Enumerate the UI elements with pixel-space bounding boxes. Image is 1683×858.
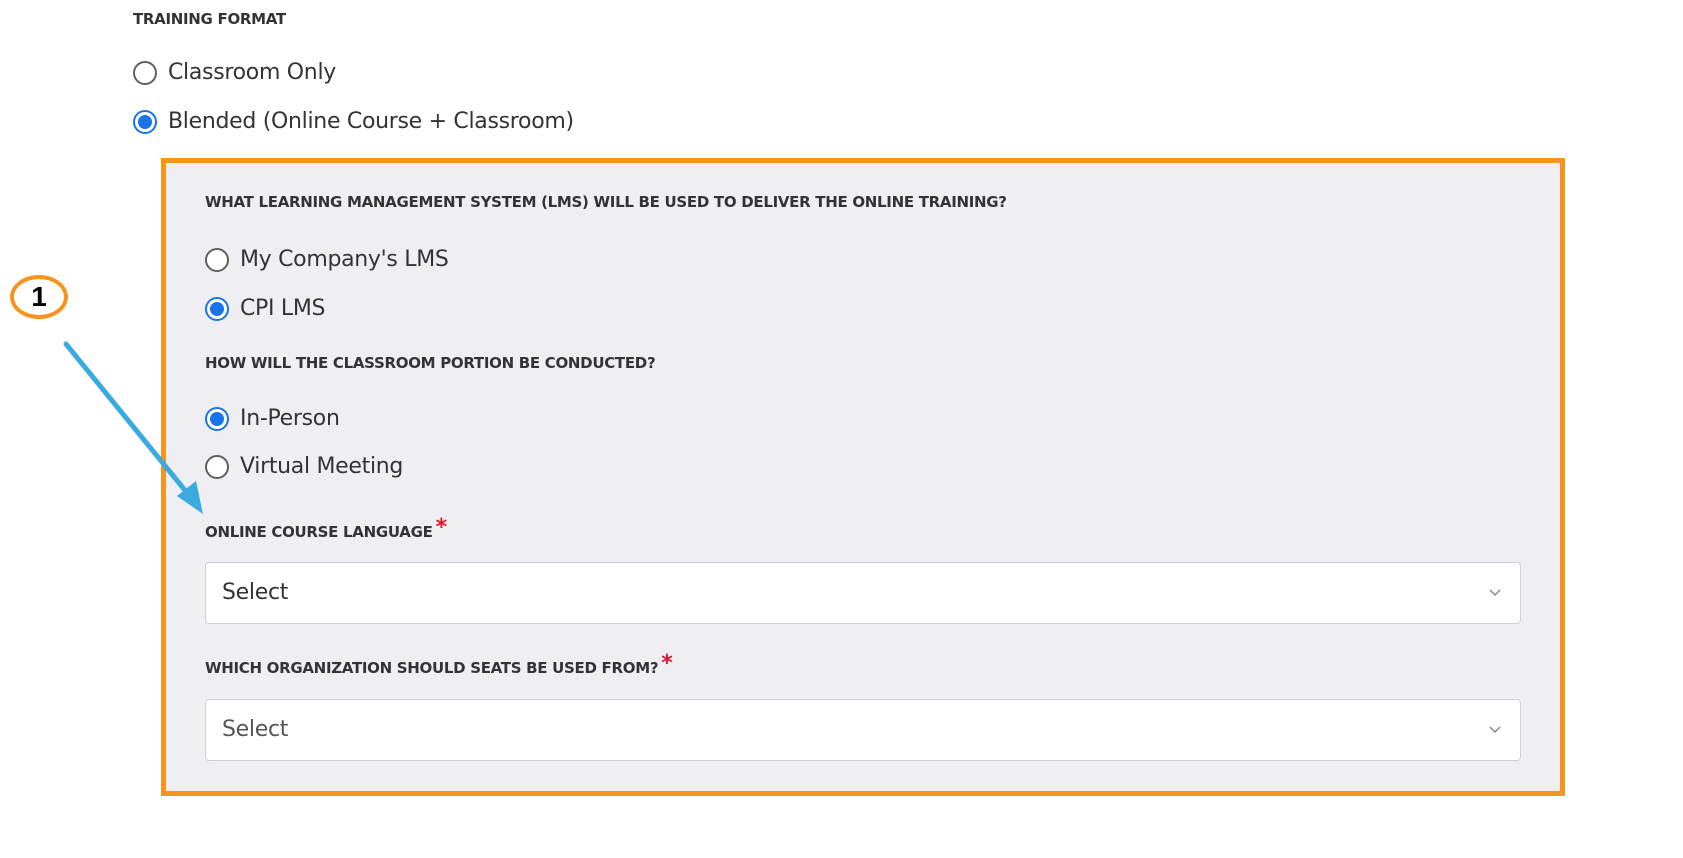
select-value: Select <box>222 580 289 605</box>
chevron-down-icon <box>1489 726 1501 734</box>
radio-label: My Company's LMS <box>240 247 449 272</box>
callout-arrow-icon <box>63 341 203 514</box>
classroom-question-label: HOW WILL THE CLASSROOM PORTION BE CONDUC… <box>205 354 656 372</box>
select-value: Select <box>222 717 289 742</box>
organization-seats-select[interactable]: Select <box>205 699 1521 761</box>
required-asterisk: * <box>435 515 448 540</box>
required-asterisk: * <box>661 651 673 676</box>
organization-seats-label: WHICH ORGANIZATION SHOULD SEATS BE USED … <box>205 651 673 679</box>
lms-question-label: WHAT LEARNING MANAGEMENT SYSTEM (LMS) WI… <box>205 193 1007 211</box>
field-label-text: WHICH ORGANIZATION SHOULD SEATS BE USED … <box>205 659 659 677</box>
radio-label: Virtual Meeting <box>240 454 404 479</box>
chevron-down-icon <box>1489 589 1501 597</box>
online-course-language-select[interactable]: Select <box>205 562 1521 624</box>
